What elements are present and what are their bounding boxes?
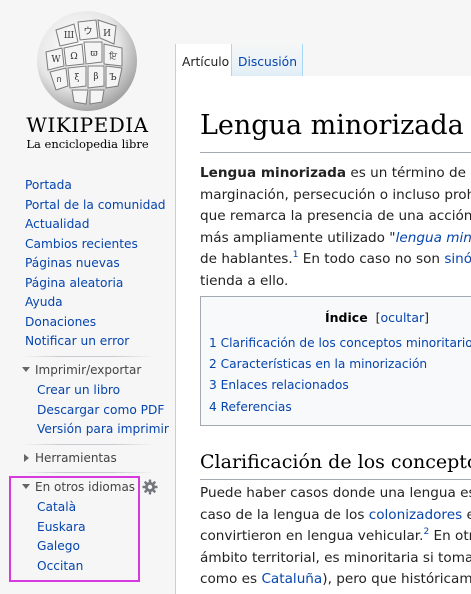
nav-link-new-pages[interactable]: Páginas nuevas bbox=[25, 256, 120, 270]
table-of-contents: Índice [ocultar] 1 Clarificación de los … bbox=[200, 296, 471, 426]
section-text: ámbito territorial, es minoritaria si to… bbox=[200, 549, 471, 566]
section-text: en bbox=[462, 507, 471, 523]
svg-text:β: β bbox=[93, 72, 98, 82]
svg-text:ウ: ウ bbox=[83, 26, 92, 37]
section-heading: Clarificación de los conceptos bbox=[200, 451, 471, 473]
gear-icon[interactable] bbox=[142, 479, 158, 495]
print-export-toggle[interactable]: Imprimir/exportar bbox=[22, 362, 141, 378]
intro-text: de hablantes. bbox=[200, 251, 293, 268]
intro-text: tienda a ello. bbox=[200, 272, 289, 289]
wikipedia-logo[interactable]: Ш ウ И W Ω ϖ ਇ ก ξ β Ъ WIKIPEDIA La encic… bbox=[0, 0, 175, 160]
nav-link-random-page[interactable]: Página aleatoria bbox=[25, 276, 123, 290]
sidebar-divider bbox=[20, 356, 155, 357]
section-text: como es bbox=[200, 571, 262, 588]
heading-rule bbox=[200, 479, 471, 480]
wikipedia-wordmark: WIKIPEDIA bbox=[26, 113, 149, 137]
sidebar-divider bbox=[20, 472, 155, 473]
nav-link-report-error[interactable]: Notificar un error bbox=[25, 334, 129, 348]
svg-text:И: И bbox=[103, 29, 111, 39]
section-text: En otros bbox=[433, 528, 471, 545]
tab-discussion[interactable]: Discusión bbox=[231, 44, 303, 77]
wikipedia-globe-icon: Ш ウ И W Ω ϖ ਇ ก ξ β Ъ bbox=[37, 11, 137, 111]
toc-item[interactable]: 1 Clarificación de los conceptos minorit… bbox=[209, 333, 471, 354]
sidebar-divider bbox=[20, 444, 155, 445]
svg-text:Ш: Ш bbox=[64, 31, 74, 41]
section-text: convirtieron en lengua vehicular. bbox=[200, 528, 424, 545]
svg-text:ก: ก bbox=[56, 75, 61, 85]
nav-link-donations[interactable]: Donaciones bbox=[25, 315, 96, 329]
section-text: Puede haber casos donde una lengua es m bbox=[200, 485, 471, 501]
toc-bracket: ] bbox=[424, 310, 430, 325]
intro-paragraph: Lengua minorizada es un término de soci … bbox=[200, 163, 471, 293]
intro-text: es un término de bbox=[346, 165, 471, 181]
page-title: Lengua minorizada bbox=[200, 110, 464, 141]
svg-text:Ъ: Ъ bbox=[109, 73, 116, 83]
toc-header: Índice [ocultar] bbox=[325, 310, 429, 325]
link-sinonimo[interactable]: sinónir bbox=[444, 251, 471, 267]
print-export-menu: Crear un libro Descargar como PDF Versió… bbox=[0, 381, 175, 440]
svg-text:ϖ: ϖ bbox=[90, 49, 98, 59]
toc-title: Índice bbox=[325, 310, 368, 325]
nav-link-download-pdf[interactable]: Descargar como PDF bbox=[37, 403, 164, 417]
main-navigation: Portada Portal de la comunidad Actualida… bbox=[0, 176, 175, 352]
nav-link-community-portal[interactable]: Portal de la comunidad bbox=[25, 198, 166, 212]
svg-text:W: W bbox=[51, 55, 61, 65]
intro-text: más ampliamente utilizado " bbox=[200, 229, 396, 246]
section-text: caso de la lengua de los bbox=[200, 506, 369, 523]
section-text: ), pero que históricament bbox=[322, 571, 471, 588]
svg-text:ਇ: ਇ bbox=[108, 51, 117, 62]
wikipedia-tagline: La enciclopedia libre bbox=[26, 137, 149, 151]
nav-link-recent-changes[interactable]: Cambios recientes bbox=[25, 237, 138, 251]
svg-text:Ω: Ω bbox=[70, 52, 77, 62]
nav-link-current-events[interactable]: Actualidad bbox=[25, 217, 90, 231]
link-lengua-minoritaria[interactable]: lengua minorita bbox=[396, 230, 471, 246]
tools-heading: Herramientas bbox=[35, 451, 117, 465]
intro-text: marginación, persecución o incluso prohi… bbox=[200, 186, 471, 203]
toc-item[interactable]: 3 Enlaces relacionados bbox=[209, 375, 471, 396]
nav-link-help[interactable]: Ayuda bbox=[25, 295, 63, 309]
section-paragraph: Puede haber casos donde una lengua es m … bbox=[200, 483, 471, 591]
tab-article[interactable]: Artículo bbox=[175, 44, 231, 77]
nav-link-create-book[interactable]: Crear un libro bbox=[37, 383, 120, 397]
link-cataluna[interactable]: Cataluña bbox=[261, 571, 322, 587]
link-colonizadores[interactable]: colonizadores bbox=[369, 507, 462, 523]
languages-highlight-box bbox=[9, 476, 140, 582]
chevron-right-icon bbox=[24, 453, 29, 462]
article-content: Lengua minorizada Lengua minorizada es u… bbox=[175, 76, 471, 594]
svg-text:ξ: ξ bbox=[75, 73, 80, 83]
nav-link-printable-version[interactable]: Versión para imprimir bbox=[37, 422, 169, 436]
chevron-down-icon bbox=[22, 367, 30, 372]
nav-link-portada[interactable]: Portada bbox=[25, 178, 72, 192]
tools-toggle[interactable]: Herramientas bbox=[22, 450, 117, 466]
print-export-heading: Imprimir/exportar bbox=[35, 363, 142, 377]
toc-item[interactable]: 4 Referencias bbox=[209, 397, 471, 418]
toc-item[interactable]: 2 Características en la minorización bbox=[209, 354, 471, 375]
heading-rule bbox=[200, 152, 471, 153]
intro-text: En todo caso no son bbox=[298, 251, 445, 268]
intro-text: que remarca la presencia de una acción c… bbox=[200, 208, 471, 225]
intro-bold-term: Lengua minorizada bbox=[200, 165, 347, 181]
toc-hide-toggle[interactable]: ocultar bbox=[381, 310, 425, 325]
